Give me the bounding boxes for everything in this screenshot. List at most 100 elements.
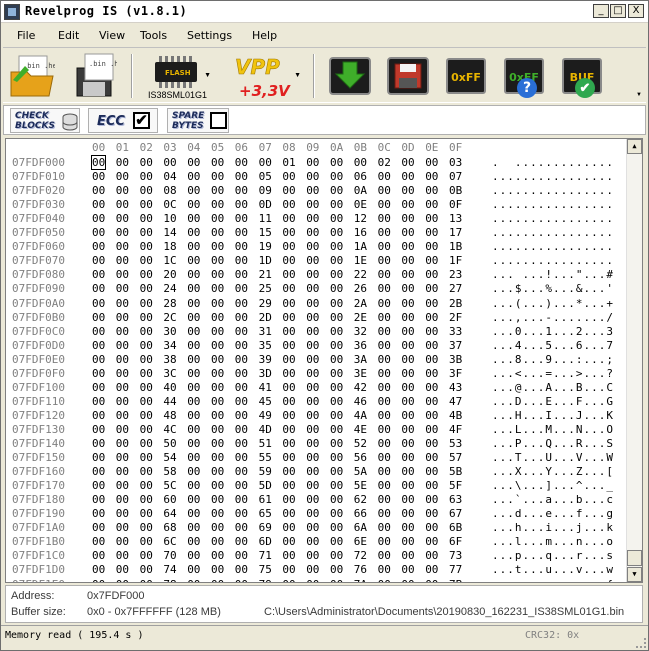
hex-byte[interactable]: 00 <box>235 437 248 450</box>
hex-byte[interactable]: 00 <box>378 578 391 583</box>
hex-byte[interactable]: 00 <box>92 423 105 436</box>
hex-byte[interactable]: 09 <box>259 184 272 197</box>
hex-byte[interactable]: 00 <box>235 367 248 380</box>
hex-byte[interactable]: 00 <box>140 184 153 197</box>
hex-byte[interactable]: 18 <box>163 240 176 253</box>
hex-byte[interactable]: 00 <box>378 282 391 295</box>
hex-byte[interactable]: 47 <box>449 395 462 408</box>
hex-row[interactable]: 07FDF1B0 00 00 00 6C 00 00 00 6D 00 00 00 6E 00 00 00 6F… <box>6 535 626 549</box>
hex-cursor-byte[interactable]: 00 <box>90 155 107 170</box>
hex-byte[interactable]: 03 <box>449 156 462 169</box>
hex-byte[interactable]: 00 <box>306 395 319 408</box>
hex-byte[interactable]: 40 <box>163 381 176 394</box>
hex-byte[interactable]: 00 <box>425 325 438 338</box>
hex-byte[interactable]: 00 <box>187 254 200 267</box>
hex-byte[interactable]: 05 <box>259 170 272 183</box>
hex-byte[interactable]: 00 <box>401 226 414 239</box>
hex-row-ascii[interactable]: ...P...Q...R...S <box>492 437 614 450</box>
hex-byte[interactable]: 00 <box>116 184 129 197</box>
hex-byte[interactable]: 00 <box>92 395 105 408</box>
hex-byte[interactable]: 00 <box>211 451 224 464</box>
hex-row-ascii[interactable]: ...d...e...f...g <box>492 507 614 520</box>
hex-byte[interactable]: 00 <box>378 339 391 352</box>
hex-byte[interactable]: 00 <box>306 297 319 310</box>
hex-byte[interactable]: 30 <box>163 325 176 338</box>
hex-byte[interactable]: 00 <box>306 451 319 464</box>
hex-row-ascii[interactable]: ...T...U...V...W <box>492 451 614 464</box>
hex-byte[interactable]: 73 <box>449 549 462 562</box>
hex-row-ascii[interactable]: ...<...=...>...? <box>492 367 614 380</box>
hex-byte[interactable]: 00 <box>140 493 153 506</box>
hex-byte[interactable]: 16 <box>354 226 367 239</box>
hex-byte[interactable]: 2D <box>259 311 272 324</box>
hex-byte[interactable]: 00 <box>92 170 105 183</box>
hex-byte[interactable]: 00 <box>235 184 248 197</box>
hex-byte[interactable]: 00 <box>116 353 129 366</box>
hex-row-ascii[interactable]: ...h...i...j...k <box>492 521 614 534</box>
hex-row-ascii[interactable]: ...H...I...J...K <box>492 409 614 422</box>
hex-byte[interactable]: 36 <box>354 339 367 352</box>
hex-row-ascii[interactable]: ................ <box>492 184 614 197</box>
hex-byte[interactable]: 00 <box>116 156 129 169</box>
hex-byte[interactable]: 00 <box>330 212 343 225</box>
hex-byte[interactable]: 00 <box>401 156 414 169</box>
hex-byte[interactable]: 1D <box>259 254 272 267</box>
hex-byte[interactable]: 3C <box>163 367 176 380</box>
hex-byte[interactable]: 00 <box>235 311 248 324</box>
hex-byte[interactable]: 00 <box>282 353 295 366</box>
hex-byte[interactable]: 00 <box>116 325 129 338</box>
hex-byte[interactable]: 66 <box>354 507 367 520</box>
hex-row-ascii[interactable]: ................ <box>492 198 614 211</box>
hex-byte[interactable]: 31 <box>259 325 272 338</box>
hex-byte[interactable]: 00 <box>116 507 129 520</box>
hex-byte[interactable]: 00 <box>378 254 391 267</box>
hex-row[interactable]: 07FDF1A0 00 00 00 68 00 00 00 69 00 00 00 6A 00 00 00 6B… <box>6 521 626 535</box>
erase-chip-button[interactable]: 0xFF <box>443 52 489 98</box>
hex-byte[interactable]: 00 <box>306 325 319 338</box>
hex-row-ascii[interactable]: ...l...m...n...o <box>492 535 614 548</box>
hex-byte[interactable]: 00 <box>401 268 414 281</box>
hex-byte[interactable]: 00 <box>306 423 319 436</box>
hex-byte[interactable]: 0D <box>259 198 272 211</box>
hex-byte[interactable]: 79 <box>259 578 272 583</box>
hex-byte[interactable]: 00 <box>306 479 319 492</box>
hex-byte[interactable]: 00 <box>401 339 414 352</box>
hex-byte[interactable]: 0A <box>354 184 367 197</box>
hex-byte[interactable]: 00 <box>211 353 224 366</box>
hex-row[interactable]: 07FDF190 00 00 00 64 00 00 00 65 00 00 00 66 00 00 00 67… <box>6 507 626 521</box>
hex-byte[interactable]: 07 <box>449 170 462 183</box>
hex-byte[interactable]: 3A <box>354 353 367 366</box>
hex-byte[interactable]: 62 <box>354 493 367 506</box>
hex-byte[interactable]: 0C <box>163 198 176 211</box>
hex-byte[interactable]: 00 <box>235 198 248 211</box>
hex-byte[interactable]: 00 <box>187 437 200 450</box>
hex-byte[interactable]: 00 <box>211 535 224 548</box>
hex-byte[interactable]: 00 <box>378 465 391 478</box>
hex-byte[interactable]: 00 <box>401 170 414 183</box>
hex-row-ascii[interactable]: ...$...%...&...' <box>492 282 614 295</box>
hex-byte[interactable]: 00 <box>401 578 414 583</box>
hex-row[interactable]: 07FDF120 00 00 00 48 00 00 00 49 00 00 00 4A 00 00 00 4B… <box>6 409 626 423</box>
hex-byte[interactable]: 00 <box>306 282 319 295</box>
hex-byte[interactable]: 00 <box>211 521 224 534</box>
hex-byte[interactable]: 00 <box>235 240 248 253</box>
hex-byte[interactable]: 00 <box>235 226 248 239</box>
hex-byte[interactable]: 00 <box>140 353 153 366</box>
hex-byte[interactable]: 2F <box>449 311 462 324</box>
hex-byte[interactable]: 00 <box>140 479 153 492</box>
hex-byte[interactable]: 00 <box>401 549 414 562</box>
hex-byte[interactable]: 00 <box>282 240 295 253</box>
hex-byte[interactable]: 41 <box>259 381 272 394</box>
hex-byte[interactable]: 00 <box>330 311 343 324</box>
hex-byte[interactable]: 00 <box>306 212 319 225</box>
hex-row[interactable]: 07FDF0C0 00 00 00 30 00 00 00 31 00 00 00 32 00 00 00 33… <box>6 325 626 339</box>
hex-row[interactable]: 07FDF0B0 00 00 00 2C 00 00 00 2D 00 00 00 2E 00 00 00 2F… <box>6 311 626 325</box>
hex-byte[interactable]: 28 <box>163 297 176 310</box>
hex-byte[interactable]: 00 <box>187 563 200 576</box>
hex-byte[interactable]: 00 <box>211 578 224 583</box>
hex-byte[interactable]: 00 <box>187 198 200 211</box>
hex-byte[interactable]: 00 <box>401 395 414 408</box>
hex-byte[interactable]: 00 <box>282 325 295 338</box>
hex-byte[interactable]: 00 <box>401 535 414 548</box>
hex-row-ascii[interactable]: ...0...1...2...3 <box>492 325 614 338</box>
